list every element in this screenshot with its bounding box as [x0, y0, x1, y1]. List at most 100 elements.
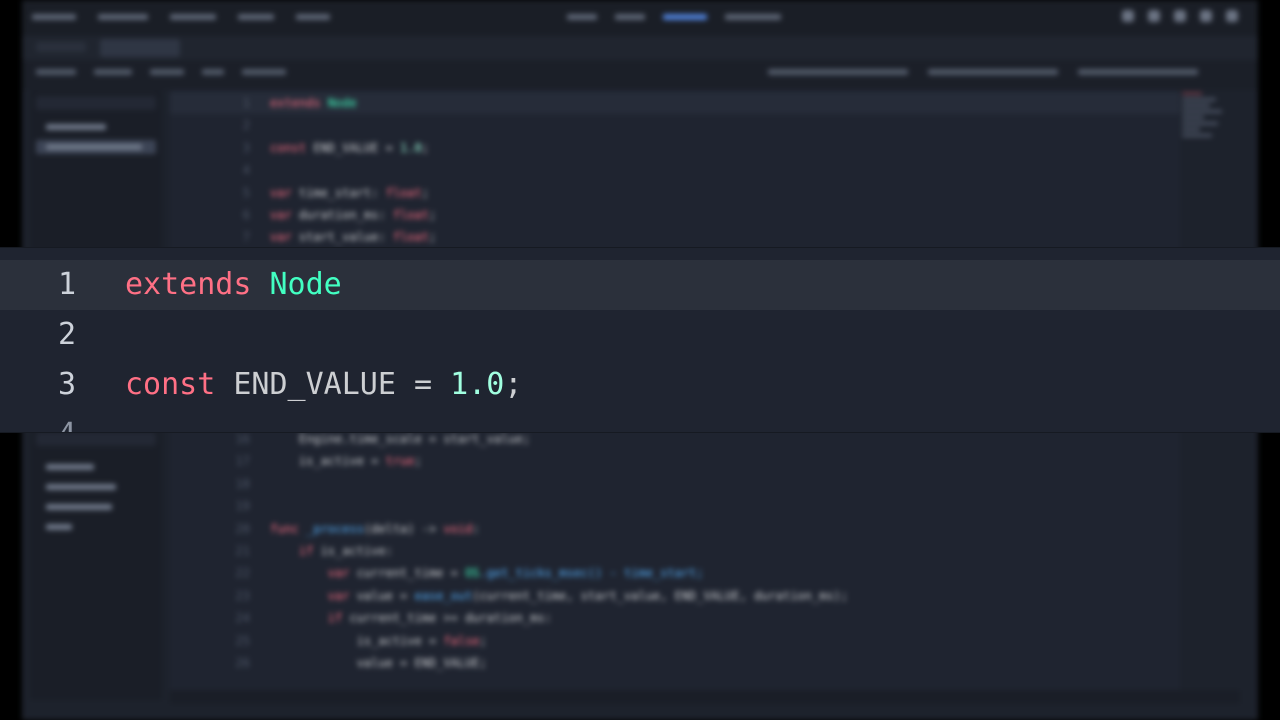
menu-placeholder: [94, 69, 132, 75]
line-code: if current_time >= duration_ms:: [270, 607, 552, 629]
code-token: ease_out: [414, 588, 473, 603]
code-line: 2: [170, 114, 1180, 136]
code-token: var: [327, 588, 350, 603]
code-token: const: [270, 140, 307, 155]
menu-placeholder: [1078, 69, 1198, 75]
line-number: 19: [235, 499, 250, 514]
code-token: ;: [421, 140, 429, 155]
method-list-item: [36, 500, 156, 514]
code-token: func: [270, 521, 299, 536]
code-line: 1 extends Node: [170, 92, 1180, 114]
code-line: 23 var value = ease_out(current_time, st…: [170, 585, 1180, 607]
line-number: 2: [57, 317, 76, 352]
line-number: 5: [242, 185, 250, 200]
line-code: if is_active:: [270, 540, 393, 562]
pause-icon: [1148, 10, 1160, 22]
code-token: 1.0: [450, 367, 505, 402]
main-menu-blurred: [32, 11, 330, 20]
code-token: Node: [269, 267, 342, 302]
code-token: float: [392, 230, 429, 245]
code-line[interactable]: 2: [0, 310, 1280, 360]
code-token: END_VALUE =: [306, 140, 401, 155]
code-token: var: [270, 208, 292, 222]
line-code: is_active = true;: [270, 450, 422, 472]
code-minimap: [1182, 92, 1242, 182]
play-icon: [1122, 10, 1134, 22]
line-number: 22: [235, 566, 250, 581]
line-number: 26: [235, 656, 250, 670]
menu-bar: [22, 0, 1258, 36]
code-token: var: [270, 185, 292, 200]
method-list-item: [36, 520, 156, 534]
code-line: 24 if current_time >= duration_ms:: [170, 607, 1180, 629]
line-number: 2: [242, 118, 250, 133]
code-token: is_active =: [298, 454, 386, 469]
line-number: 20: [235, 521, 250, 536]
remote-icon: [1226, 10, 1238, 22]
code-token: (current_time, start_value, END_VALUE, d…: [472, 588, 848, 603]
code-token: var: [327, 566, 350, 581]
code-line: 25 is_active = false;: [170, 630, 1180, 652]
code-token: if: [327, 611, 343, 626]
code-token: time_start:: [291, 185, 386, 200]
line-code: var value = ease_out(current_time, start…: [270, 585, 848, 607]
code-token: END_VALUE =: [215, 367, 451, 402]
line-number: 18: [235, 476, 250, 491]
line-number: 4: [242, 163, 250, 178]
code-token: (delta) ->: [363, 521, 444, 536]
code-line: 4: [170, 159, 1180, 181]
workspace-placeholder-active: [663, 14, 707, 20]
code-token: ;: [428, 230, 437, 245]
workspace-switcher: [567, 11, 781, 20]
line-number: 25: [235, 633, 250, 648]
code-token: extends: [125, 267, 252, 302]
run-controls: [1122, 10, 1238, 22]
code-line: 20 func _process(delta) -> void:: [170, 518, 1180, 540]
menu-placeholder: [150, 69, 184, 75]
line-number: 4: [24, 410, 76, 432]
line-code: var current_time = OS.get_ticks_msec() -…: [270, 562, 704, 584]
menu-placeholder: [170, 14, 216, 20]
code-token: ;: [428, 208, 437, 222]
code-token: ;: [504, 367, 523, 402]
menu-placeholder: [98, 14, 148, 20]
scene-tab: [36, 42, 86, 52]
filter-scripts-field: [36, 96, 156, 110]
code-line: 3 const END_VALUE = 1.0;: [170, 137, 1180, 159]
code-line: 7 var start_value: float;: [170, 226, 1180, 248]
doc-links: [768, 69, 1198, 75]
line-number: 3: [57, 367, 76, 402]
script-toolbar: [22, 60, 1258, 90]
code-line[interactable]: 3 const END_VALUE = 1.0;: [0, 360, 1280, 410]
filter-methods-field: [36, 432, 156, 446]
code-line[interactable]: 1 extends Node: [0, 260, 1280, 310]
code-token: true: [385, 454, 415, 469]
code-line[interactable]: 4: [0, 410, 1280, 432]
workspace-placeholder: [615, 14, 645, 20]
menu-placeholder: [32, 14, 76, 20]
code-token: false: [443, 633, 480, 648]
code-token: :: [472, 521, 480, 536]
scene-tab-active: [100, 39, 180, 57]
zoomed-code-excerpt: 1 extends Node 2 3 const END_VALUE = 1.0; 4: [0, 248, 1280, 432]
line-code: var time_start: float;: [270, 182, 429, 204]
menu-placeholder: [202, 69, 224, 75]
code-token: Engine.time_scale = start_value;: [298, 432, 531, 446]
code-line: 18: [170, 473, 1180, 495]
screen: 1 extends Node 2 3 const END_VALUE = 1.0; 4 5 v…: [0, 0, 1280, 720]
workspace-placeholder: [725, 14, 781, 20]
line-code: is_active = false;: [270, 630, 487, 652]
workspace-placeholder: [567, 14, 597, 20]
code-token: current_time >= duration_ms:: [342, 611, 552, 626]
line-code: func _process(delta) -> void:: [270, 518, 480, 540]
line-code: extends Node: [270, 92, 357, 114]
code-token: OS: [465, 566, 480, 581]
code-token: is_active:: [313, 544, 393, 558]
code-token: Node: [327, 96, 357, 110]
line-number: 7: [242, 230, 250, 245]
script-list-item-selected: [36, 140, 156, 154]
